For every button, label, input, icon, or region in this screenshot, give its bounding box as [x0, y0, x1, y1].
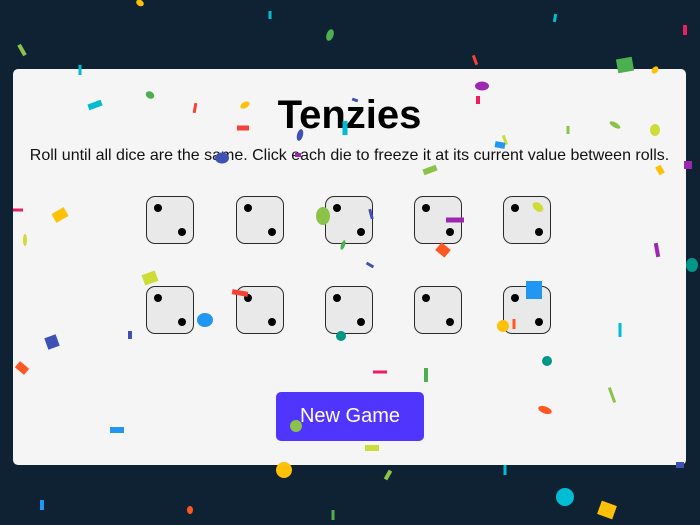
pip — [422, 294, 430, 302]
confetti-piece — [597, 500, 617, 520]
new-game-button[interactable]: New Game — [276, 392, 424, 441]
confetti-piece — [187, 506, 193, 514]
confetti-piece — [556, 488, 574, 506]
die-9[interactable] — [414, 286, 462, 334]
confetti-piece — [683, 25, 687, 35]
pip — [268, 318, 276, 326]
pip — [357, 318, 365, 326]
pip — [178, 228, 186, 236]
die-3[interactable] — [325, 196, 373, 244]
pip — [446, 228, 454, 236]
die-8[interactable] — [325, 286, 373, 334]
confetti-piece — [40, 500, 44, 510]
die-5[interactable] — [503, 196, 551, 244]
pip — [511, 204, 519, 212]
confetti-piece — [503, 465, 507, 475]
die-7[interactable] — [236, 286, 284, 334]
pip — [178, 318, 186, 326]
game-instructions: Roll until all dice are the same. Click … — [29, 147, 670, 164]
confetti-piece — [331, 510, 335, 520]
game-title: Tenzies — [277, 93, 422, 137]
pip — [357, 228, 365, 236]
pip — [244, 204, 252, 212]
pip — [446, 318, 454, 326]
confetti-piece — [471, 54, 479, 66]
confetti-piece — [686, 258, 698, 272]
confetti-piece — [552, 13, 558, 23]
pip — [535, 228, 543, 236]
pip — [333, 294, 341, 302]
confetti-piece — [383, 469, 393, 481]
confetti-piece — [17, 43, 27, 57]
pip — [422, 204, 430, 212]
die-10[interactable] — [503, 286, 551, 334]
pip — [154, 294, 162, 302]
confetti-piece — [326, 29, 334, 41]
confetti-piece — [136, 0, 144, 7]
die-6[interactable] — [146, 286, 194, 334]
die-2[interactable] — [236, 196, 284, 244]
pip — [535, 318, 543, 326]
pip — [511, 294, 519, 302]
game-card: Tenzies Roll until all dice are the same… — [13, 69, 686, 465]
die-1[interactable] — [146, 196, 194, 244]
confetti-piece — [268, 11, 272, 19]
pip — [333, 204, 341, 212]
pip — [154, 204, 162, 212]
pip — [268, 228, 276, 236]
pip — [244, 294, 252, 302]
die-4[interactable] — [414, 196, 462, 244]
